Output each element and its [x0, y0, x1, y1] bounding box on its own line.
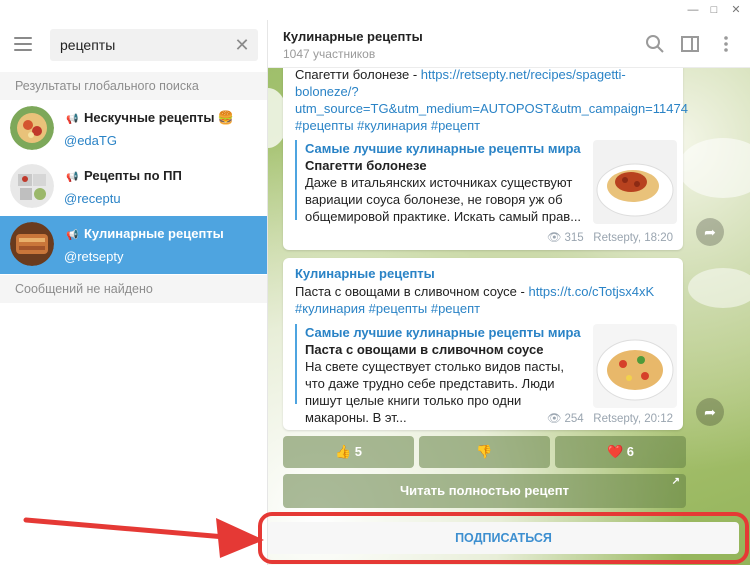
read-full-button[interactable]: Читать полностью рецепт ↗	[283, 474, 686, 508]
search-icon[interactable]	[645, 34, 665, 54]
channel-name[interactable]: Кулинарные рецепты	[295, 266, 435, 281]
megaphone-icon: 📢	[66, 172, 79, 183]
close-icon[interactable]: ✕	[234, 35, 250, 55]
subscribe-highlight: ПОДПИСАТЬСЯ	[258, 512, 749, 564]
result-handle: @receptu	[64, 191, 121, 206]
views-count: 254	[564, 413, 584, 425]
result-name: Рецепты по ПП	[84, 168, 182, 183]
result-handle: @retsepty	[64, 249, 124, 264]
global-results-label: Результаты глобального поиска	[0, 72, 267, 100]
message-text: Паста с овощами в сливочном соусе - http…	[295, 284, 655, 316]
message-link[interactable]: https://retsepty.net/recipes/spagetti-	[421, 68, 626, 82]
preview-description: Даже в итальянских источниках существуют…	[305, 175, 582, 224]
message-bubble: Спагетти болонезе - https://retsepty.net…	[283, 68, 688, 250]
views-count: 315	[564, 232, 584, 244]
megaphone-icon: 📢	[66, 114, 79, 125]
author-time: Retsepty, 18:20	[593, 232, 673, 244]
minimize-button[interactable]: —	[684, 2, 702, 18]
preview-description: На свете существует столько видов пасты,…	[305, 359, 564, 425]
sidebar-icon[interactable]	[680, 34, 700, 54]
eye-icon: 👁	[546, 413, 562, 425]
avatar	[10, 222, 54, 266]
message-text: Спагетти болонезе - https://retsepty.net…	[295, 68, 688, 133]
close-window-button[interactable]: ✕	[727, 2, 745, 18]
search-box: ✕	[50, 29, 258, 61]
no-messages-label: Сообщений не найдено	[0, 275, 267, 303]
chat-title[interactable]: Кулинарные рецепты	[283, 29, 423, 44]
search-result-item[interactable]: 📢 Нескучные рецепты 🍔 @edaTG	[0, 100, 267, 158]
more-icon[interactable]	[716, 34, 736, 54]
background-petal	[678, 138, 750, 198]
search-input[interactable]	[60, 35, 225, 55]
hashtags[interactable]: #кулинария #рецепты #рецепт	[295, 301, 480, 316]
result-name: Нескучные рецепты	[84, 110, 215, 125]
hashtags[interactable]: #рецепты #кулинария #рецепт	[295, 118, 480, 133]
menu-icon[interactable]	[14, 37, 34, 51]
message-meta: 👁 315 Retsepty, 18:20	[547, 230, 673, 244]
message-link[interactable]: https://t.co/cTotjsx4xK	[528, 284, 654, 299]
message-link[interactable]: boloneze/?	[295, 84, 359, 99]
subscribe-button[interactable]: ПОДПИСАТЬСЯ	[268, 522, 739, 554]
left-panel: ✕ Результаты глобального поиска 📢 Нескучн…	[0, 20, 268, 565]
share-icon[interactable]: ➦	[696, 398, 724, 426]
chat-area: Спагетти болонезе - https://retsepty.net…	[268, 68, 750, 565]
members-count: 1047 участников	[283, 47, 376, 61]
result-name: Кулинарные рецепты	[84, 226, 224, 241]
reaction-bar: 👍 5 👎 ❤️ 6	[283, 436, 686, 468]
reaction-heart-button[interactable]: ❤️ 6	[555, 436, 686, 468]
burger-emoji: 🍔	[217, 110, 234, 125]
eye-icon: 👁	[546, 232, 562, 244]
annotation-arrow	[23, 517, 264, 558]
author-time: Retsepty, 20:12	[593, 413, 673, 425]
preview-image[interactable]	[593, 140, 677, 224]
reaction-thumbs-up-button[interactable]: 👍 5	[283, 436, 414, 468]
reaction-thumbs-down-button[interactable]: 👎	[419, 436, 550, 468]
megaphone-icon: 📢	[66, 230, 79, 241]
preview-image[interactable]	[593, 324, 677, 408]
result-handle: @edaTG	[64, 133, 117, 148]
message-meta: 👁 254 Retsepty, 20:12	[547, 411, 673, 425]
external-link-icon: ↗	[671, 476, 680, 487]
avatar	[10, 106, 54, 150]
search-result-item[interactable]: 📢 Рецепты по ПП @receptu	[0, 158, 267, 216]
search-result-item-active[interactable]: 📢 Кулинарные рецепты @retsepty	[0, 216, 267, 274]
message-link[interactable]: utm_source=TG&utm_medium=AUTOPOST&utm_ca…	[295, 101, 688, 116]
avatar	[10, 164, 54, 208]
message-bubble: Кулинарные рецепты Паста с овощами в сли…	[283, 258, 683, 430]
maximize-button[interactable]: □	[705, 2, 723, 18]
chat-header: Кулинарные рецепты 1047 участников	[268, 20, 750, 68]
share-icon[interactable]: ➦	[696, 218, 724, 246]
background-petal	[688, 268, 750, 308]
title-bar: — □ ✕	[0, 0, 750, 20]
